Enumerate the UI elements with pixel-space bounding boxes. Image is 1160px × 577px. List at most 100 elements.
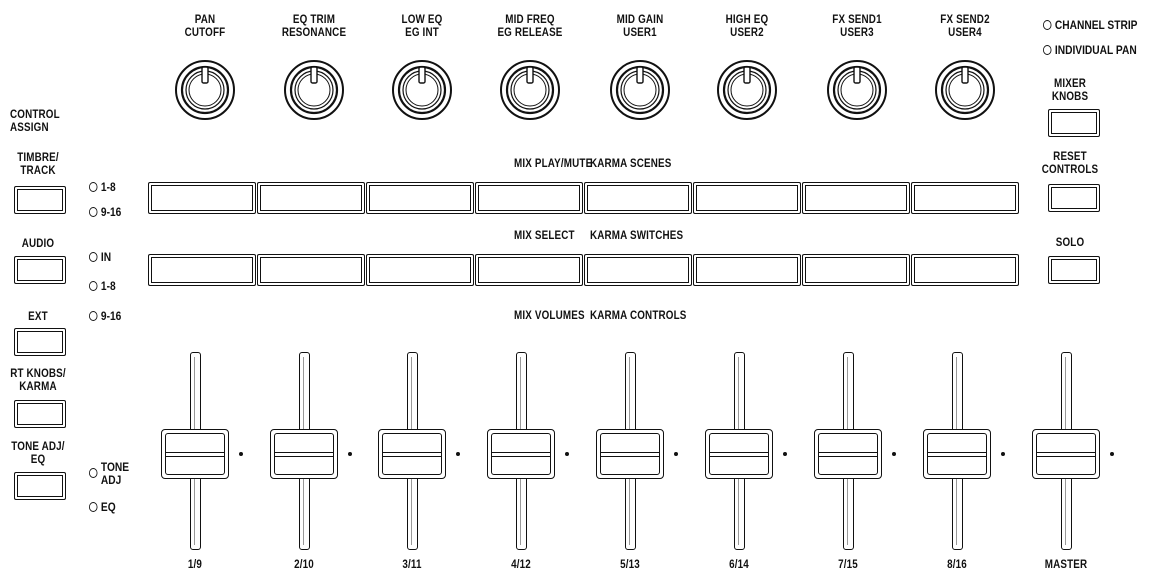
fader-label-3: 3/11: [402, 557, 422, 571]
mix-play-mute-pad-4[interactable]: [475, 182, 583, 214]
fader-center-dot-8: [1001, 452, 1005, 456]
fader-knob-9[interactable]: [1032, 429, 1100, 479]
knob-6[interactable]: [715, 58, 779, 122]
knob-2[interactable]: [282, 58, 346, 122]
led-1-8-bottom: 1-8: [89, 279, 116, 293]
tone-adj-eq-button[interactable]: [14, 472, 66, 500]
mix-select-pad-3[interactable]: [366, 254, 474, 286]
knob-label-1: PAN CUTOFF: [184, 12, 226, 39]
audio-label: AUDIO: [21, 236, 55, 250]
knob-3[interactable]: [390, 58, 454, 122]
led-9-16-top: 9-16: [89, 205, 121, 219]
individual-pan-led: [1043, 45, 1052, 55]
fader-center-dot-1: [239, 452, 243, 456]
knob-label-2: EQ TRIM RESONANCE: [281, 12, 347, 39]
fader-knob-2[interactable]: [270, 429, 338, 479]
knob-1[interactable]: [173, 58, 237, 122]
individual-pan-label: INDIVIDUAL PAN: [1054, 43, 1137, 57]
fader-center-dot-3: [456, 452, 460, 456]
mixer-knobs-button[interactable]: [1048, 109, 1100, 137]
fader-knob-4[interactable]: [487, 429, 555, 479]
timbre-track-button[interactable]: [14, 186, 66, 214]
fader-center-dot-6: [783, 452, 787, 456]
mix-play-mute-pad-6[interactable]: [693, 182, 801, 214]
mix-play-mute-pad-5[interactable]: [584, 182, 692, 214]
ext-label: EXT: [28, 309, 48, 323]
individual-pan-led-row: INDIVIDUAL PAN: [1043, 43, 1137, 57]
fader-knob-6[interactable]: [705, 429, 773, 479]
led-9-16-top-indicator: [89, 207, 98, 217]
ext-button[interactable]: [14, 328, 66, 356]
fader-center-dot-2: [348, 452, 352, 456]
knob-label-6: HIGH EQ USER2: [725, 12, 769, 39]
solo-label: SOLO: [1055, 235, 1085, 249]
knob-label-4: MID FREQ EG RELEASE: [497, 12, 563, 39]
fader-label-1: 1/9: [187, 557, 203, 571]
fader-center-dot-5: [674, 452, 678, 456]
led-1-8-top-indicator: [89, 182, 98, 192]
knob-label-7: FX SEND1 USER3: [832, 12, 882, 39]
fader-center-dot-9: [1110, 452, 1114, 456]
mix-select-pad-7[interactable]: [802, 254, 910, 286]
knob-8[interactable]: [933, 58, 997, 122]
knob-5[interactable]: [608, 58, 672, 122]
fader-knob-1[interactable]: [161, 429, 229, 479]
mix-play-mute-pad-8[interactable]: [911, 182, 1019, 214]
solo-button[interactable]: [1048, 256, 1100, 284]
mix-select-pad-6[interactable]: [693, 254, 801, 286]
knob-label-8: FX SEND2 USER4: [940, 12, 990, 39]
mix-volumes-label: MIX VOLUMES: [514, 308, 585, 322]
rt-knobs-karma-button[interactable]: [14, 400, 66, 428]
mix-select-pad-1[interactable]: [148, 254, 256, 286]
fader-knob-8[interactable]: [923, 429, 991, 479]
channel-strip-led-row: CHANNEL STRIP: [1043, 18, 1137, 32]
mix-select-pad-5[interactable]: [584, 254, 692, 286]
mixer-knobs-label: MIXER KNOBS: [1051, 76, 1089, 103]
mix-select-pad-8[interactable]: [911, 254, 1019, 286]
led-1-8-top: 1-8: [89, 180, 116, 194]
mix-select-label: MIX SELECT: [514, 228, 575, 242]
karma-controls-label: KARMA CONTROLS: [590, 308, 687, 322]
control-assign-label: CONTROL ASSIGN: [10, 107, 60, 134]
fader-label-5: 5/13: [620, 557, 640, 571]
knob-label-5: MID GAIN USER1: [616, 12, 664, 39]
mix-select-pad-2[interactable]: [257, 254, 365, 286]
fader-knob-3[interactable]: [378, 429, 446, 479]
mix-play-mute-pad-7[interactable]: [802, 182, 910, 214]
fader-label-4: 4/12: [511, 557, 531, 571]
mix-play-mute-label: MIX PLAY/MUTE: [514, 156, 593, 170]
fader-knob-5[interactable]: [596, 429, 664, 479]
knob-7[interactable]: [825, 58, 889, 122]
audio-button[interactable]: [14, 256, 66, 284]
fader-label-2: 2/10: [294, 557, 314, 571]
tone-adj-eq-label: TONE ADJ/EQ: [11, 439, 65, 466]
led-tone-adj-indicator: [89, 468, 98, 478]
led-9-16-bottom-indicator: [89, 311, 98, 321]
mix-play-mute-pad-1[interactable]: [148, 182, 256, 214]
mix-play-mute-pad-2[interactable]: [257, 182, 365, 214]
fader-center-dot-7: [892, 452, 896, 456]
led-9-16-bottom: 9-16: [89, 309, 121, 323]
fader-label-6: 6/14: [729, 557, 749, 571]
rt-knobs-karma-label: RT KNOBS/KARMA: [10, 366, 66, 393]
led-eq-indicator: [89, 502, 98, 512]
led-in: IN: [89, 250, 111, 264]
led-tone-adj: TONE ADJ: [89, 461, 129, 487]
fader-label-9: MASTER: [1044, 557, 1088, 571]
channel-strip-led: [1043, 20, 1052, 30]
reset-controls-button[interactable]: [1048, 184, 1100, 212]
fader-label-7: 7/15: [838, 557, 858, 571]
fader-center-dot-4: [565, 452, 569, 456]
led-in-indicator: [89, 252, 98, 262]
led-eq: EQ: [89, 500, 116, 514]
fader-label-8: 8/16: [947, 557, 967, 571]
timbre-track-label: TIMBRE/TRACK: [17, 150, 59, 177]
led-1-8-bottom-indicator: [89, 281, 98, 291]
mix-play-mute-pad-3[interactable]: [366, 182, 474, 214]
knob-4[interactable]: [498, 58, 562, 122]
karma-scenes-label: KARMA SCENES: [590, 156, 672, 170]
knob-label-3: LOW EQ EG INT: [401, 12, 443, 39]
reset-controls-label: RESET CONTROLS: [1041, 149, 1099, 176]
fader-knob-7[interactable]: [814, 429, 882, 479]
mix-select-pad-4[interactable]: [475, 254, 583, 286]
